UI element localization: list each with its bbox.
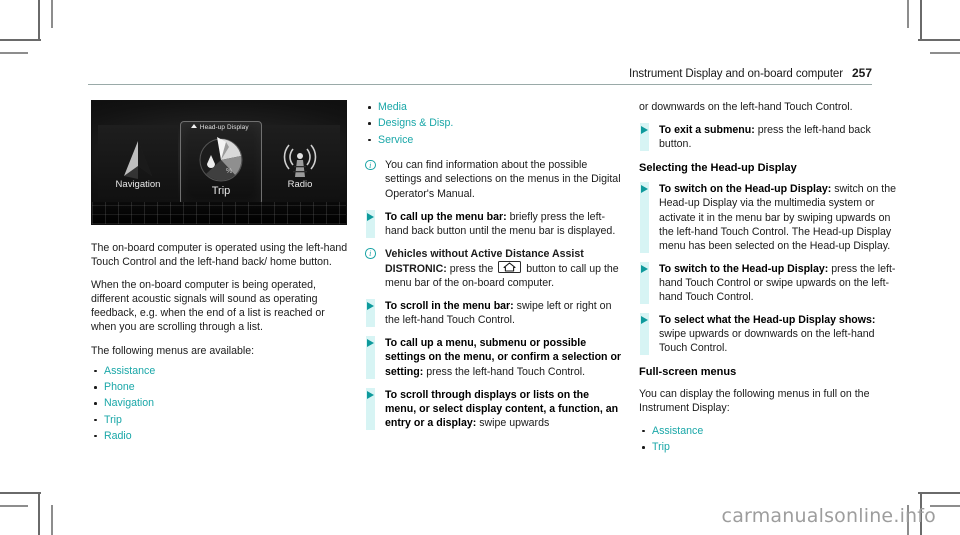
crop-mark-tr-h bbox=[918, 39, 960, 41]
action-switch-on-hud: To switch on the Head-up Display: switch… bbox=[639, 182, 897, 253]
action-text: swipe upwards or downwards on the left-h… bbox=[659, 328, 875, 355]
display-grid-floor bbox=[92, 202, 346, 224]
action-label: To switch to the Head-up Display: bbox=[659, 262, 829, 275]
home-icon[interactable] bbox=[498, 260, 522, 273]
play-triangle-icon bbox=[640, 185, 648, 194]
menu-list-part1: Assistance Phone Navigation Trip Radio bbox=[91, 364, 349, 444]
triangle-up-icon bbox=[191, 124, 198, 128]
action-call-up-menu-bar: To call up the menu bar: briefly press t… bbox=[365, 209, 623, 238]
crop-mark-tr-v bbox=[920, 0, 922, 41]
note-text: You can find information about the possi… bbox=[385, 159, 621, 200]
play-triangle-icon bbox=[366, 212, 374, 221]
note-digital-manual: i You can find information about the pos… bbox=[365, 158, 623, 200]
tile-label-navigation: Navigation bbox=[115, 178, 161, 190]
crop-mark-tl-v2 bbox=[51, 0, 53, 28]
paragraph-menus-intro: The following menus are available: bbox=[91, 344, 255, 357]
list-item[interactable]: Phone bbox=[91, 380, 349, 395]
crop-mark-br-h bbox=[918, 492, 960, 494]
header-divider bbox=[88, 84, 872, 85]
action-text: press the left-hand Touch Control. bbox=[423, 365, 586, 378]
list-item[interactable]: Radio bbox=[91, 429, 349, 444]
paragraph-operation: The on-board computer is operated using … bbox=[91, 242, 348, 269]
trip-gauge-icon: % bbox=[195, 134, 247, 188]
crop-mark-tr-h2 bbox=[930, 52, 960, 54]
menu-list-part2: Media Designs & Disp. Service bbox=[365, 100, 623, 147]
list-item[interactable]: Trip bbox=[91, 413, 349, 428]
crop-mark-tl-v bbox=[38, 0, 40, 41]
play-triangle-icon bbox=[366, 302, 374, 311]
crop-mark-bl-v bbox=[38, 492, 40, 535]
list-item[interactable]: Designs & Disp. bbox=[365, 116, 623, 131]
play-triangle-icon bbox=[640, 126, 648, 135]
play-triangle-icon bbox=[366, 339, 374, 348]
site-watermark: carmanualsonline.info bbox=[721, 505, 936, 527]
navigation-arrow-icon bbox=[121, 139, 155, 183]
crop-mark-bl-v2 bbox=[51, 505, 53, 535]
note-text-before-key: press the bbox=[446, 262, 497, 275]
play-triangle-icon bbox=[640, 316, 648, 325]
note-distronic: i Vehicles without Active Distance Assis… bbox=[365, 247, 623, 290]
list-item[interactable]: Trip bbox=[639, 440, 897, 455]
action-exit-submenu: To exit a submenu: press the left-hand b… bbox=[639, 123, 897, 152]
list-item[interactable]: Media bbox=[365, 100, 623, 115]
tile-navigation: Navigation bbox=[98, 125, 178, 199]
action-label: To scroll in the menu bar: bbox=[385, 300, 514, 313]
tile-radio: Radio bbox=[260, 125, 340, 199]
action-label: To exit a submenu: bbox=[659, 124, 755, 137]
paragraph-full-screen: You can display the following menus in f… bbox=[639, 387, 870, 414]
paragraph-continuation: or downwards on the left-hand Touch Cont… bbox=[639, 101, 853, 113]
column-left: Navigation Radio % Trip Head-up Display … bbox=[91, 100, 349, 453]
tile-label-radio: Radio bbox=[287, 178, 313, 190]
page-title: Instrument Display and on-board computer bbox=[628, 68, 843, 80]
action-switch-to-hud: To switch to the Head-up Display: press … bbox=[639, 261, 897, 305]
action-text: swipe upwards bbox=[476, 416, 550, 429]
info-icon: i bbox=[365, 159, 376, 171]
full-screen-menu-list: Assistance Trip bbox=[639, 424, 897, 455]
action-scroll-menu-bar: To scroll in the menu bar: swipe left or… bbox=[365, 299, 623, 328]
crop-mark-bl-h bbox=[0, 492, 41, 494]
play-triangle-icon bbox=[640, 264, 648, 273]
action-call-up-submenu: To call up a menu, submenu or possible s… bbox=[365, 336, 623, 379]
svg-text:%: % bbox=[226, 168, 232, 175]
infotainment-illustration: Navigation Radio % Trip Head-up Display bbox=[91, 100, 347, 225]
section-heading-selecting-hud: Selecting the Head-up Display bbox=[639, 162, 797, 175]
action-label: To select what the Head-up Display shows… bbox=[659, 314, 876, 327]
play-triangle-icon bbox=[366, 390, 374, 399]
tile-label-trip: Trip bbox=[211, 184, 231, 197]
list-item[interactable]: Assistance bbox=[91, 364, 349, 379]
column-right: or downwards on the left-hand Touch Cont… bbox=[639, 100, 897, 464]
page-running-header: Instrument Display and on-board computer… bbox=[88, 64, 872, 82]
paragraph-feedback: When the on-board computer is being oper… bbox=[91, 279, 325, 334]
crop-mark-tl-h2 bbox=[0, 52, 28, 54]
action-label: To call up the menu bar: bbox=[385, 210, 507, 223]
column-middle: Media Designs & Disp. Service i You can … bbox=[365, 100, 623, 439]
list-item[interactable]: Navigation bbox=[91, 396, 349, 411]
list-item[interactable]: Assistance bbox=[639, 424, 897, 439]
list-item[interactable]: Service bbox=[365, 133, 623, 148]
radio-tower-icon bbox=[280, 141, 320, 183]
action-label: To switch on the Head-up Display: bbox=[659, 183, 832, 196]
section-heading-full-screen-menus: Full-screen menus bbox=[639, 366, 737, 379]
head-up-display-label: Head-up Display bbox=[178, 121, 262, 135]
action-select-hud-content: To select what the Head-up Display shows… bbox=[639, 313, 897, 356]
crop-mark-tl-h bbox=[0, 39, 41, 41]
page-number: 257 bbox=[851, 66, 872, 80]
crop-mark-tr-v2 bbox=[907, 0, 909, 28]
info-icon: i bbox=[365, 248, 376, 259]
hud-label-text: Head-up Display bbox=[199, 124, 249, 131]
action-scroll-displays: To scroll through displays or lists on t… bbox=[365, 387, 623, 430]
crop-mark-bl-h2 bbox=[0, 505, 28, 507]
